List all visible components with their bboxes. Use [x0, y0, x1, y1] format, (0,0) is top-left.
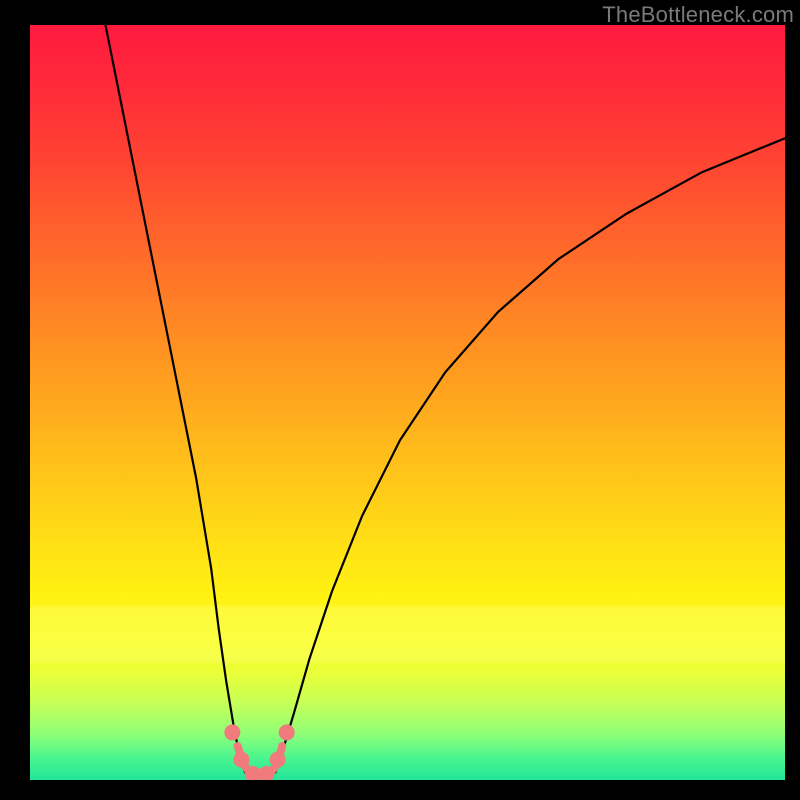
series-left-curve [106, 25, 246, 772]
valley-point-0 [224, 724, 240, 740]
valley-point-4 [270, 752, 286, 768]
plot-area [30, 25, 785, 780]
watermark-text: TheBottleneck.com [602, 2, 794, 28]
chart-stage: TheBottleneck.com [0, 0, 800, 800]
valley-point-5 [279, 724, 295, 740]
chart-svg [30, 25, 785, 780]
valley-point-1 [233, 752, 249, 768]
series-right-curve [275, 138, 785, 772]
